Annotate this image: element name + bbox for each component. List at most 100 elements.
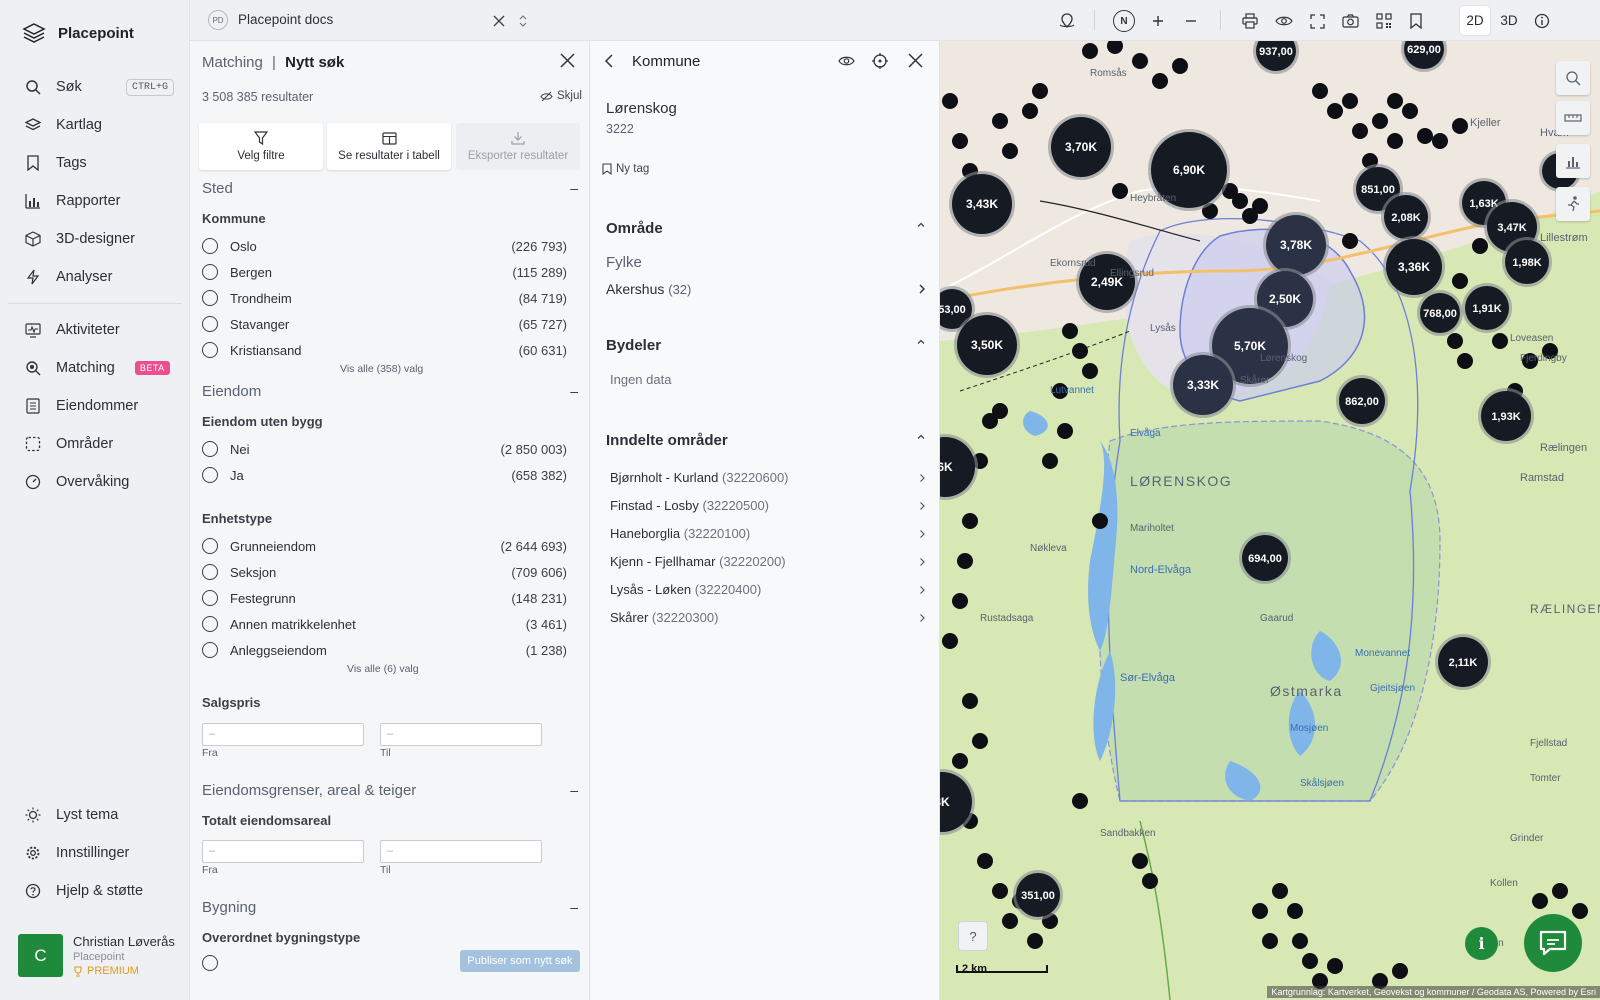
zoom-to-area-button[interactable] [872,53,888,69]
nav-item-3d-designer[interactable]: 3D-designer [24,227,174,251]
close-panel-button[interactable] [560,53,575,68]
data-point[interactable] [1492,333,1508,349]
cluster-marker[interactable]: 3,43K [949,171,1015,237]
data-point[interactable] [1092,513,1108,529]
data-point[interactable] [1387,93,1403,109]
area-to-input[interactable]: – [380,840,542,863]
section-header-area[interactable]: Område [606,220,926,237]
clear-project-button[interactable] [488,10,510,32]
data-point[interactable] [1402,103,1418,119]
data-point[interactable] [1002,143,1018,159]
data-point[interactable] [1342,93,1358,109]
nav-item-map-layers[interactable]: Kartlag [24,113,174,137]
cluster-marker[interactable]: 3,50K [954,312,1020,378]
map-view[interactable]: 937,00 629,00 3,70K 6,90K 3,43K 851,00 2,08K 1,… [940,41,1600,1000]
data-point[interactable] [1172,58,1188,74]
section-header-subdivided-areas[interactable]: Inndelte områder [606,432,926,449]
radio-button[interactable] [202,955,218,971]
radio-option[interactable]: Bergen (115 289) [202,263,567,281]
data-point[interactable] [982,413,998,429]
data-point[interactable] [992,113,1008,129]
data-point[interactable] [1572,903,1588,919]
data-point[interactable] [1342,233,1358,249]
data-point[interactable] [1027,933,1043,949]
mode-3d-toggle[interactable]: 3D [1494,6,1524,35]
data-point[interactable] [1252,198,1268,214]
project-dropdown-button[interactable] [512,10,534,32]
radio-option[interactable]: Grunneiendom (2 644 693) [202,537,567,555]
data-point[interactable] [1062,323,1078,339]
data-point[interactable] [1072,343,1088,359]
nav-item-analyses[interactable]: Analyser [24,265,174,289]
nav-item-search[interactable]: Søk CTRL+G [24,75,174,99]
map-route-tool-button[interactable] [1556,187,1590,221]
radio-option[interactable]: Festegrunn (148 231) [202,589,567,607]
location-search-button[interactable] [1056,10,1078,32]
data-point[interactable] [1082,43,1098,59]
data-point[interactable] [1302,953,1318,969]
map-measure-tool-button[interactable] [1556,101,1590,135]
brand[interactable]: Placepoint [22,22,134,44]
radio-button[interactable] [202,441,218,457]
nav-item-activities[interactable]: Aktiviteter [24,318,174,342]
toggle-visibility-button[interactable] [838,55,855,67]
data-point[interactable] [1472,238,1488,254]
north-button[interactable]: N [1113,10,1135,32]
radio-option[interactable]: Trondheim (84 719) [202,289,567,307]
mode-2d-toggle[interactable]: 2D [1460,6,1490,35]
cluster-marker[interactable]: 2,08K [1381,192,1431,242]
county-row[interactable]: Akershus (32) [606,281,926,297]
data-point[interactable] [942,93,958,109]
list-item[interactable]: Haneborglia (32220100) [610,526,926,541]
data-point[interactable] [962,513,978,529]
map-chart-tool-button[interactable] [1556,144,1590,178]
back-button[interactable] [604,53,614,69]
radio-option[interactable]: Anleggseiendom (1 238) [202,641,567,659]
data-point[interactable] [1327,103,1343,119]
radio-button[interactable] [202,467,218,483]
cluster-marker[interactable]: 3,33K [1170,352,1236,418]
see-all-link[interactable]: Vis alle (358) valg [340,363,423,375]
zoom-out-button[interactable] [1180,10,1202,32]
fullscreen-button[interactable] [1306,10,1328,32]
radio-button[interactable] [202,290,218,306]
zoom-in-button[interactable] [1147,10,1169,32]
cluster-marker[interactable]: 2,11K [1435,634,1491,690]
data-point[interactable] [1262,933,1278,949]
cluster-marker[interactable]: 351,00 [1013,870,1063,920]
radio-button[interactable] [202,538,218,554]
map-help-button[interactable]: ? [958,921,988,951]
radio-button[interactable] [202,564,218,580]
title-prefix[interactable]: Matching [202,54,263,71]
nav-item-properties[interactable]: Eiendommer [24,394,174,418]
data-point[interactable] [1032,83,1048,99]
radio-button[interactable] [202,590,218,606]
nav-item-matching[interactable]: Matching BETA [24,356,174,380]
nav-item-areas[interactable]: Områder [24,432,174,456]
data-point[interactable] [1312,83,1328,99]
list-item[interactable]: Kjenn - Fjellhamar (32220200) [610,554,926,569]
cluster-marker[interactable]: 1,91K [1462,283,1512,333]
radio-button[interactable] [202,616,218,632]
radio-button[interactable] [202,642,218,658]
data-point[interactable] [1417,128,1433,144]
map-info-button[interactable]: i [1465,927,1498,960]
data-point[interactable] [962,693,978,709]
radio-option[interactable]: Kristiansand (60 631) [202,341,567,359]
data-point[interactable] [1327,958,1343,974]
user-profile[interactable]: C Christian Løverås Placepoint PREMIUM [18,934,175,977]
section-header-place[interactable]: Sted – [202,180,578,197]
map-canvas[interactable]: 937,00 629,00 3,70K 6,90K 3,43K 851,00 2,08K 1,… [940,41,1600,1000]
project-selector[interactable]: Placepoint docs [238,12,333,27]
map-search-tool-button[interactable] [1556,61,1590,95]
cluster-marker[interactable]: 768,00 [1417,290,1463,336]
qr-code-button[interactable] [1373,10,1395,32]
section-header-districts[interactable]: Bydeler [606,337,926,354]
radio-option[interactable]: Oslo (226 793) [202,237,567,255]
radio-option[interactable]: Nei (2 850 003) [202,440,567,458]
radio-button[interactable] [202,316,218,332]
area-from-input[interactable]: – [202,840,364,863]
chat-support-button[interactable] [1524,914,1582,972]
data-point[interactable] [1042,453,1058,469]
data-point[interactable] [1132,53,1148,69]
